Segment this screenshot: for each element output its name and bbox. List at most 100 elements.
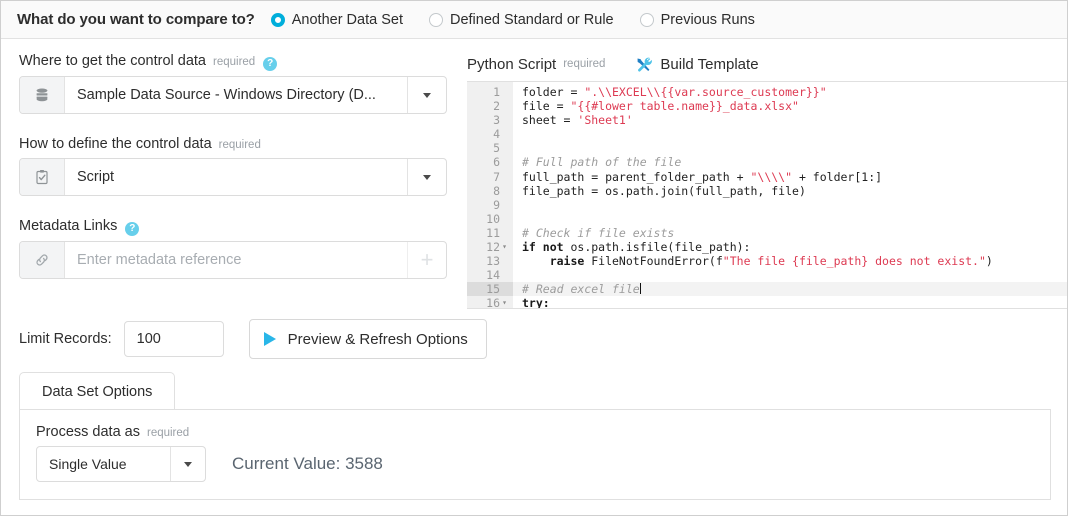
process-data-as-label: Process data as required — [36, 424, 1050, 440]
gutter-line: 15▾ — [467, 282, 513, 297]
line-number: 16 — [486, 296, 500, 309]
code-line: raise FileNotFoundError(f"The file {file… — [513, 254, 1067, 268]
code-token: file = — [522, 99, 571, 114]
editor-gutter: 1▾2▾3▾4▾5▾6▾7▾8▾9▾10▾11▾12▾13▾14▾15▾16▾ — [467, 82, 513, 308]
process-data-as-required: required — [146, 427, 190, 439]
code-token: sheet = — [522, 113, 578, 128]
line-number: 15 — [486, 282, 500, 297]
control-definition-select[interactable]: Script — [19, 158, 447, 196]
line-number: 14 — [486, 268, 500, 283]
gutter-line: 11▾ — [467, 226, 513, 240]
help-icon[interactable]: ? — [125, 222, 140, 236]
python-script-panel: Python Script required Build Template 1▾… — [467, 51, 1067, 309]
add-metadata-button[interactable]: + — [407, 242, 446, 278]
code-token: # Check if file exists — [522, 225, 675, 240]
gutter-line: 9▾ — [467, 198, 513, 212]
code-line: # Full path of the file — [513, 155, 1067, 169]
gutter-line: 4▾ — [467, 127, 513, 141]
data-set-options-body: Process data as required Single Value Cu… — [19, 409, 1051, 500]
limit-records-input[interactable]: 100 — [123, 321, 224, 357]
line-number: 1 — [493, 85, 500, 99]
compare-target-bar: What do you want to compare to? Another … — [1, 1, 1067, 39]
chevron-down-icon[interactable] — [170, 447, 205, 481]
code-token: # Full path of the file — [522, 155, 682, 170]
gutter-line: 6▾ — [467, 155, 513, 169]
python-script-header: Python Script required Build Template — [467, 51, 1067, 77]
chevron-down-icon[interactable] — [407, 77, 446, 113]
data-set-comparison-panel: What do you want to compare to? Another … — [0, 0, 1068, 516]
build-template-button[interactable]: Build Template — [635, 55, 759, 73]
process-data-as-value: Single Value — [49, 456, 127, 472]
code-fold-icon[interactable]: ▾ — [500, 296, 509, 308]
radio-dot-icon — [428, 12, 443, 27]
control-data-form: Where to get the control data required ?… — [19, 53, 447, 279]
control-source-required: required — [213, 56, 256, 68]
code-token: "{{#lower table.name}}_data.xlsx" — [570, 99, 799, 114]
preview-refresh-options-label: Preview & Refresh Options — [287, 330, 468, 348]
line-number: 5 — [493, 141, 500, 156]
gutter-line: 8▾ — [467, 184, 513, 198]
tab-data-set-options[interactable]: Data Set Options — [19, 372, 176, 410]
code-line: # Check if file exists — [513, 226, 1067, 240]
options-tabstrip: Data Set Options — [19, 372, 1051, 410]
play-icon — [263, 332, 276, 346]
radio-previous-runs[interactable]: Previous Runs — [639, 11, 755, 28]
line-number: 10 — [486, 211, 500, 226]
line-number: 7 — [493, 169, 500, 184]
python-script-required: required — [563, 58, 606, 70]
gutter-line: 10▾ — [467, 212, 513, 226]
control-source-value: Sample Data Source - Windows Directory (… — [77, 87, 376, 103]
metadata-links-label-text: Metadata Links — [19, 218, 118, 234]
preview-refresh-options-button[interactable]: Preview & Refresh Options — [248, 319, 487, 359]
radio-another-data-set-label: Another Data Set — [291, 11, 403, 28]
chevron-down-icon[interactable] — [407, 159, 446, 195]
gutter-line: 13▾ — [467, 254, 513, 268]
code-line: file_path = os.path.join(full_path, file… — [513, 184, 1067, 198]
code-line: sheet = 'Sheet1' — [513, 113, 1067, 127]
clipboard-check-icon — [20, 159, 65, 195]
code-line: full_path = parent_folder_path + "\\\\" … — [513, 170, 1067, 184]
gutter-line: 16 ▾ — [467, 296, 513, 309]
control-definition-label: How to define the control data required — [19, 136, 447, 152]
database-icon — [20, 77, 65, 113]
line-number: 2 — [493, 99, 500, 114]
radio-defined-standard-or-rule[interactable]: Defined Standard or Rule — [428, 11, 614, 28]
code-token: 'Sheet1' — [577, 113, 633, 128]
gutter-line: 2▾ — [467, 99, 513, 113]
radio-previous-runs-label: Previous Runs — [660, 11, 755, 28]
help-icon[interactable]: ? — [263, 57, 278, 71]
control-source-label-text: Where to get the control data — [19, 53, 206, 69]
code-token: folder = — [522, 85, 585, 99]
code-token: if not — [522, 240, 564, 255]
code-fold-icon[interactable]: ▾ — [500, 240, 509, 254]
code-token: "\\\\" — [750, 169, 793, 184]
code-line: # Read excel file — [513, 282, 1067, 297]
code-token: # Read excel file — [522, 282, 640, 297]
editor-code-area[interactable]: folder = ".\\EXCEL\\{{var.source_custome… — [513, 82, 1067, 308]
build-template-label: Build Template — [660, 55, 759, 73]
current-value-text: Current Value: 3588 — [232, 454, 383, 473]
process-data-as-label-text: Process data as — [36, 424, 140, 440]
gutter-line: 1▾ — [467, 85, 513, 99]
radio-another-data-set[interactable]: Another Data Set — [270, 11, 403, 28]
python-code-editor[interactable]: 1▾2▾3▾4▾5▾6▾7▾8▾9▾10▾11▾12▾13▾14▾15▾16▾ … — [467, 81, 1067, 309]
link-icon — [20, 242, 65, 278]
radio-defined-standard-label: Defined Standard or Rule — [449, 11, 614, 28]
code-line: file = "{{#lower table.name}}_data.xlsx" — [513, 99, 1067, 113]
gutter-line: 5▾ — [467, 141, 513, 155]
code-token: file_path = os.path.join(full_path, file… — [522, 183, 806, 198]
metadata-links-field[interactable]: Enter metadata reference + — [19, 241, 447, 279]
compare-question-label: What do you want to compare to? — [17, 11, 255, 28]
radio-dot-icon — [639, 12, 654, 27]
line-number: 3 — [493, 113, 500, 128]
control-source-select[interactable]: Sample Data Source - Windows Directory (… — [19, 76, 447, 114]
metadata-reference-input[interactable]: Enter metadata reference — [65, 242, 407, 278]
gutter-line: 3▾ — [467, 113, 513, 127]
tools-icon — [635, 56, 653, 73]
line-number: 8 — [493, 183, 500, 198]
code-token: ) — [985, 254, 993, 269]
process-data-as-select[interactable]: Single Value — [36, 446, 206, 482]
